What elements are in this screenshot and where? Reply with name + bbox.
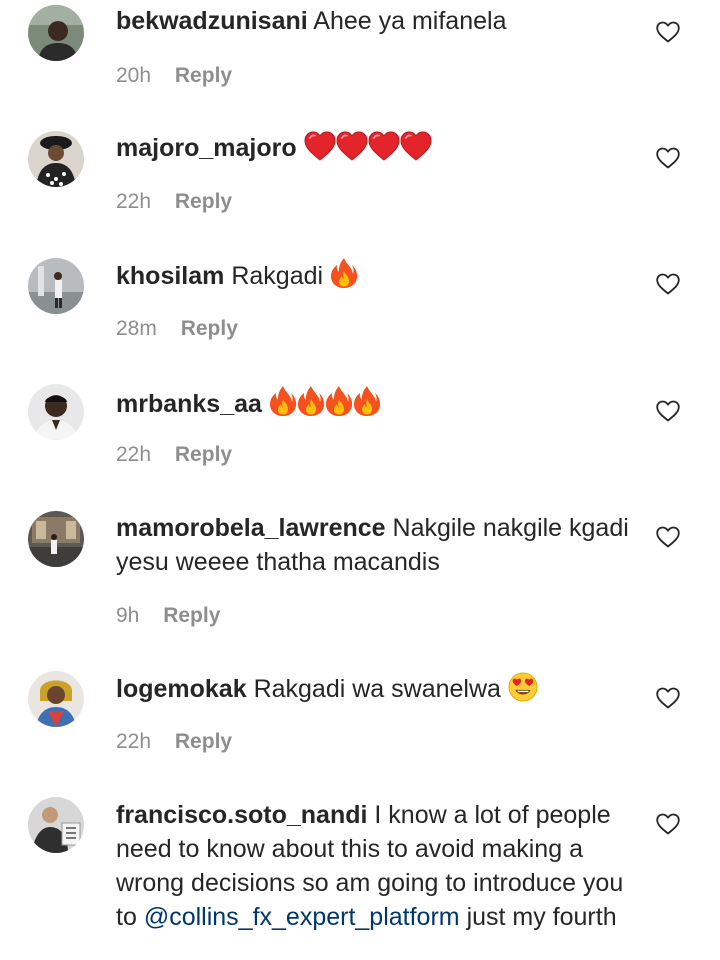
comment-text: logemokak Rakgadi wa swanelwa: [116, 672, 636, 706]
comment-time: 9h: [116, 604, 140, 627]
comment-meta: 22h Reply: [116, 189, 232, 215]
heart-outline-icon: [656, 687, 680, 709]
comment-meta: 22h Reply: [116, 442, 232, 468]
like-button[interactable]: [656, 273, 680, 295]
comment-body: Ahee ya mifanela: [313, 7, 507, 35]
comment-meta: 22h Reply: [116, 729, 232, 755]
red-heart-emoji: [400, 131, 432, 161]
user-avatar-photo: [28, 5, 84, 61]
red-heart-emoji: [368, 131, 400, 161]
avatar[interactable]: [28, 511, 84, 567]
like-button[interactable]: [656, 687, 680, 709]
reply-button[interactable]: Reply: [181, 317, 238, 340]
reply-button[interactable]: Reply: [163, 604, 220, 627]
like-button[interactable]: [656, 526, 680, 548]
comment-text: majoro_majoro: [116, 131, 636, 165]
heart-eyes-emoji: [508, 672, 538, 702]
reply-button[interactable]: Reply: [175, 190, 232, 213]
avatar[interactable]: [28, 131, 84, 187]
comment-text: khosilam Rakgadi: [116, 257, 636, 293]
like-button[interactable]: [656, 147, 680, 169]
user-avatar-photo: [28, 258, 84, 314]
avatar[interactable]: [28, 5, 84, 61]
heart-outline-icon: [656, 21, 680, 43]
comment-username[interactable]: khosilam: [116, 262, 224, 290]
comment-username[interactable]: majoro_majoro: [116, 134, 297, 162]
comment-username[interactable]: mrbanks_aa: [116, 390, 262, 418]
red-heart-emoji: [304, 131, 336, 161]
comment-time: 22h: [116, 190, 152, 213]
mention-link[interactable]: @collins_fx_expert_platform: [144, 903, 460, 931]
like-button[interactable]: [656, 400, 680, 422]
reply-button[interactable]: Reply: [175, 64, 232, 87]
comment-username[interactable]: bekwadzunisani: [116, 7, 308, 35]
comment-text: mrbanks_aa: [116, 385, 636, 421]
heart-outline-icon: [656, 813, 680, 835]
comment-username[interactable]: logemokak: [116, 675, 247, 703]
user-avatar-photo: [28, 797, 84, 853]
comment-meta: 9h Reply: [116, 603, 220, 629]
comment-time: 22h: [116, 730, 152, 753]
avatar[interactable]: [28, 384, 84, 440]
comment-body-continued: just my fourth: [466, 903, 617, 931]
user-avatar-photo: [28, 671, 84, 727]
comment-body: Rakgadi: [231, 262, 324, 290]
user-avatar-photo: [28, 511, 84, 567]
fire-emoji: [325, 385, 353, 417]
comment-time: 22h: [116, 443, 152, 466]
comment-meta: 20h Reply: [116, 63, 232, 89]
heart-outline-icon: [656, 400, 680, 422]
reply-button[interactable]: Reply: [175, 443, 232, 466]
heart-outline-icon: [656, 147, 680, 169]
comment-text: francisco.soto_nandi I know a lot of peo…: [116, 798, 636, 934]
fire-emoji: [353, 385, 381, 417]
comment-meta: 28m Reply: [116, 316, 238, 342]
comment-username[interactable]: mamorobela_lawrence: [116, 514, 386, 542]
comment-text: bekwadzunisani Ahee ya mifanela: [116, 4, 636, 38]
comment-time: 20h: [116, 64, 152, 87]
like-button[interactable]: [656, 813, 680, 835]
fire-emoji: [330, 257, 358, 289]
red-heart-emoji: [336, 131, 368, 161]
like-button[interactable]: [656, 21, 680, 43]
fire-emoji: [269, 385, 297, 417]
user-avatar-photo: [28, 384, 84, 440]
comment-text: mamorobela_lawrence Nakgile nakgile kgad…: [116, 511, 636, 579]
avatar[interactable]: [28, 258, 84, 314]
user-avatar-photo: [28, 131, 84, 187]
heart-outline-icon: [656, 526, 680, 548]
avatar[interactable]: [28, 671, 84, 727]
avatar[interactable]: [28, 797, 84, 853]
fire-emoji: [297, 385, 325, 417]
heart-outline-icon: [656, 273, 680, 295]
comment-username[interactable]: francisco.soto_nandi: [116, 801, 367, 829]
comment-body: Rakgadi wa swanelwa: [253, 675, 501, 703]
comment-time: 28m: [116, 317, 157, 340]
reply-button[interactable]: Reply: [175, 730, 232, 753]
